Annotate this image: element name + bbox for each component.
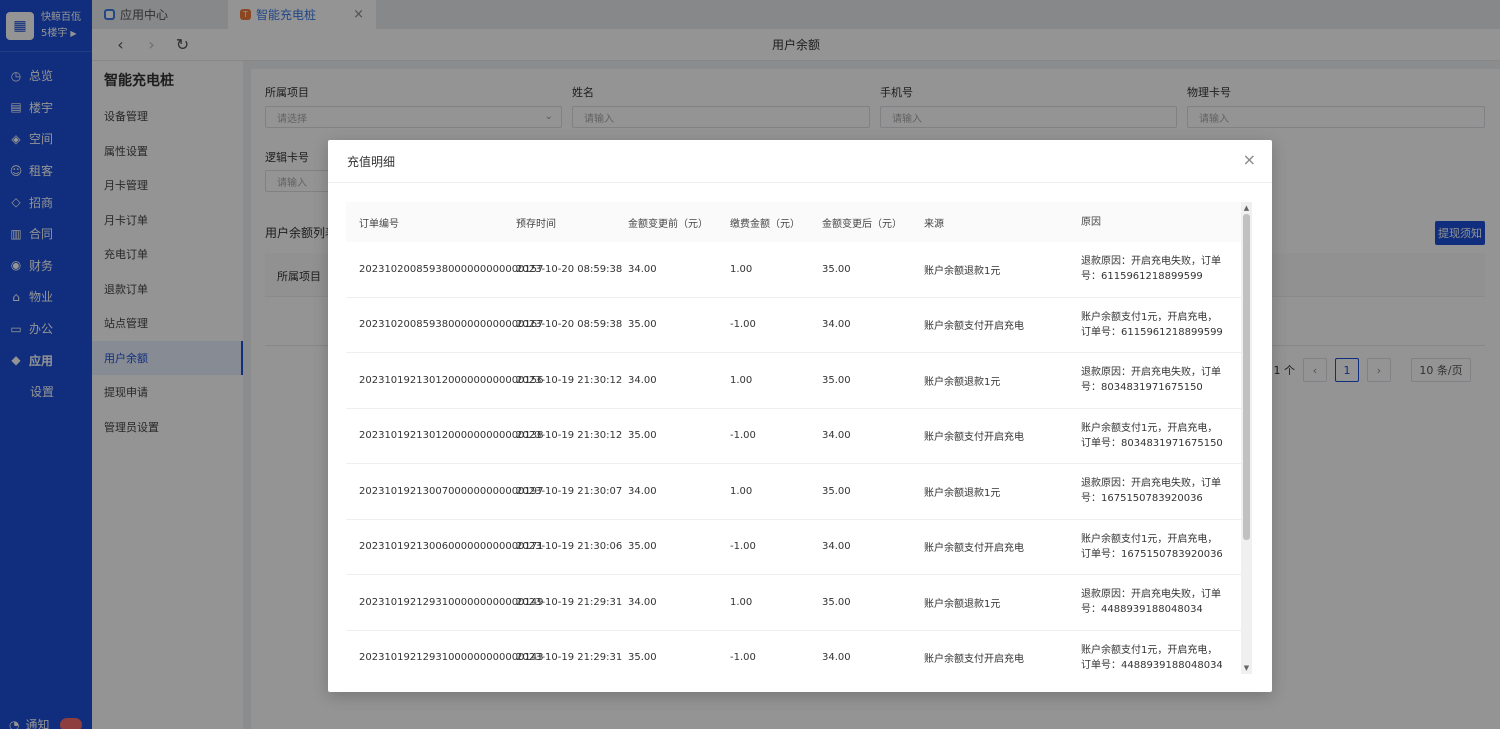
amount-cell: 1.00	[730, 485, 753, 497]
amount-cell: -1.00	[730, 319, 756, 331]
after-cell: 34.00	[822, 319, 851, 331]
amount-cell: 1.00	[730, 263, 753, 275]
before-cell: 34.00	[628, 263, 657, 275]
source-cell: 账户余额支付开启充电	[924, 432, 1024, 444]
reason-cell: 退款原因：开启充电失败，订单号：6115961218899599	[1081, 256, 1221, 283]
source-cell: 账户余额退款1元	[924, 487, 1001, 499]
time-cell: 2023-10-20 08:59:38	[516, 319, 623, 331]
reason-cell: 账户余额支付1元，开启充电，订单号：6115961218899599	[1081, 311, 1223, 338]
scroll-down-icon[interactable]: ▼	[1241, 662, 1252, 674]
order-cell: 20231019213006000000000000171	[359, 541, 544, 553]
amount-cell: 1.00	[730, 596, 753, 608]
source-cell: 账户余额支付开启充电	[924, 543, 1024, 555]
time-cell: 2023-10-19 21:30:12	[516, 430, 623, 442]
table-header: 订单编号 预存时间 金额变更前（元） 缴费金额（元） 金额变更后（元） 来源 原…	[346, 202, 1252, 242]
column-header-reason: 原因	[1081, 216, 1101, 228]
reason-cell: 退款原因：开启充电失败，订单号：1675150783920036	[1081, 478, 1221, 505]
time-cell: 2023-10-19 21:30:12	[516, 374, 623, 386]
scroll-thumb[interactable]	[1243, 214, 1250, 540]
after-cell: 35.00	[822, 374, 851, 386]
column-header-amount: 缴费金额（元）	[730, 218, 800, 230]
column-header-order: 订单编号	[359, 218, 399, 230]
after-cell: 35.00	[822, 485, 851, 497]
order-cell: 20231019212931000000000000143	[359, 652, 544, 664]
table-row: 20231019212931000000000000149 2023-10-19…	[346, 575, 1252, 631]
before-cell: 35.00	[628, 541, 657, 553]
time-cell: 2023-10-19 21:29:31	[516, 596, 623, 608]
column-header-time: 预存时间	[516, 218, 556, 230]
after-cell: 34.00	[822, 430, 851, 442]
before-cell: 35.00	[628, 652, 657, 664]
amount-cell: -1.00	[730, 430, 756, 442]
reason-cell: 退款原因：开启充电失败，订单号：8034831971675150	[1081, 367, 1221, 394]
time-cell: 2023-10-20 08:59:38	[516, 263, 623, 275]
amount-cell: -1.00	[730, 541, 756, 553]
reason-cell: 账户余额支付1元，开启充电，订单号：1675150783920036	[1081, 533, 1223, 560]
reason-cell: 账户余额支付1元，开启充电，订单号：4488939188048034	[1081, 644, 1223, 671]
order-cell: 20231019213012000000000000138	[359, 430, 544, 442]
order-cell: 20231019212931000000000000149	[359, 596, 544, 608]
table-row: 20231020085938000000000000157 2023-10-20…	[346, 242, 1252, 298]
source-cell: 账户余额退款1元	[924, 598, 1001, 610]
table-row: 20231019213006000000000000171 2023-10-19…	[346, 520, 1252, 575]
before-cell: 35.00	[628, 319, 657, 331]
column-header-before: 金额变更前（元）	[628, 218, 708, 230]
order-cell: 20231020085938000000000000157	[359, 263, 544, 275]
table-scrollbar[interactable]: ▲ ▼	[1241, 202, 1252, 674]
order-cell: 20231020085938000000000000167	[359, 319, 544, 331]
order-cell: 20231019213012000000000000156	[359, 374, 544, 386]
column-header-after: 金额变更后（元）	[822, 218, 902, 230]
amount-cell: -1.00	[730, 652, 756, 664]
reason-cell: 退款原因：开启充电失败，订单号：4488939188048034	[1081, 589, 1221, 616]
table-row: 20231019213007000000000000197 2023-10-19…	[346, 464, 1252, 520]
scroll-up-icon[interactable]: ▲	[1241, 202, 1252, 214]
time-cell: 2023-10-19 21:29:31	[516, 652, 623, 664]
column-header-source: 来源	[924, 218, 944, 230]
table-row: 20231019213012000000000000156 2023-10-19…	[346, 353, 1252, 409]
source-cell: 账户余额退款1元	[924, 265, 1001, 277]
amount-cell: 1.00	[730, 374, 753, 386]
source-cell: 账户余额退款1元	[924, 376, 1001, 388]
source-cell: 账户余额支付开启充电	[924, 321, 1024, 333]
recharge-table: 订单编号 预存时间 金额变更前（元） 缴费金额（元） 金额变更后（元） 来源 原…	[346, 202, 1252, 674]
reason-cell: 账户余额支付1元，开启充电，订单号：8034831971675150	[1081, 422, 1223, 449]
order-cell: 20231019213007000000000000197	[359, 485, 544, 497]
modal-title: 充值明细	[328, 140, 1272, 183]
after-cell: 35.00	[822, 263, 851, 275]
before-cell: 34.00	[628, 596, 657, 608]
close-icon[interactable]: ×	[1243, 152, 1256, 168]
table-row: 20231020085938000000000000167 2023-10-20…	[346, 298, 1252, 353]
before-cell: 34.00	[628, 485, 657, 497]
table-row: 20231019212931000000000000143 2023-10-19…	[346, 631, 1252, 675]
time-cell: 2023-10-19 21:30:06	[516, 541, 623, 553]
time-cell: 2023-10-19 21:30:07	[516, 485, 623, 497]
before-cell: 35.00	[628, 430, 657, 442]
after-cell: 34.00	[822, 541, 851, 553]
table-row: 20231019213012000000000000138 2023-10-19…	[346, 409, 1252, 464]
after-cell: 34.00	[822, 652, 851, 664]
recharge-detail-modal: 充值明细 × 订单编号 预存时间 金额变更前（元） 缴费金额（元） 金额变更后（…	[328, 140, 1272, 692]
before-cell: 34.00	[628, 374, 657, 386]
after-cell: 35.00	[822, 596, 851, 608]
source-cell: 账户余额支付开启充电	[924, 654, 1024, 666]
